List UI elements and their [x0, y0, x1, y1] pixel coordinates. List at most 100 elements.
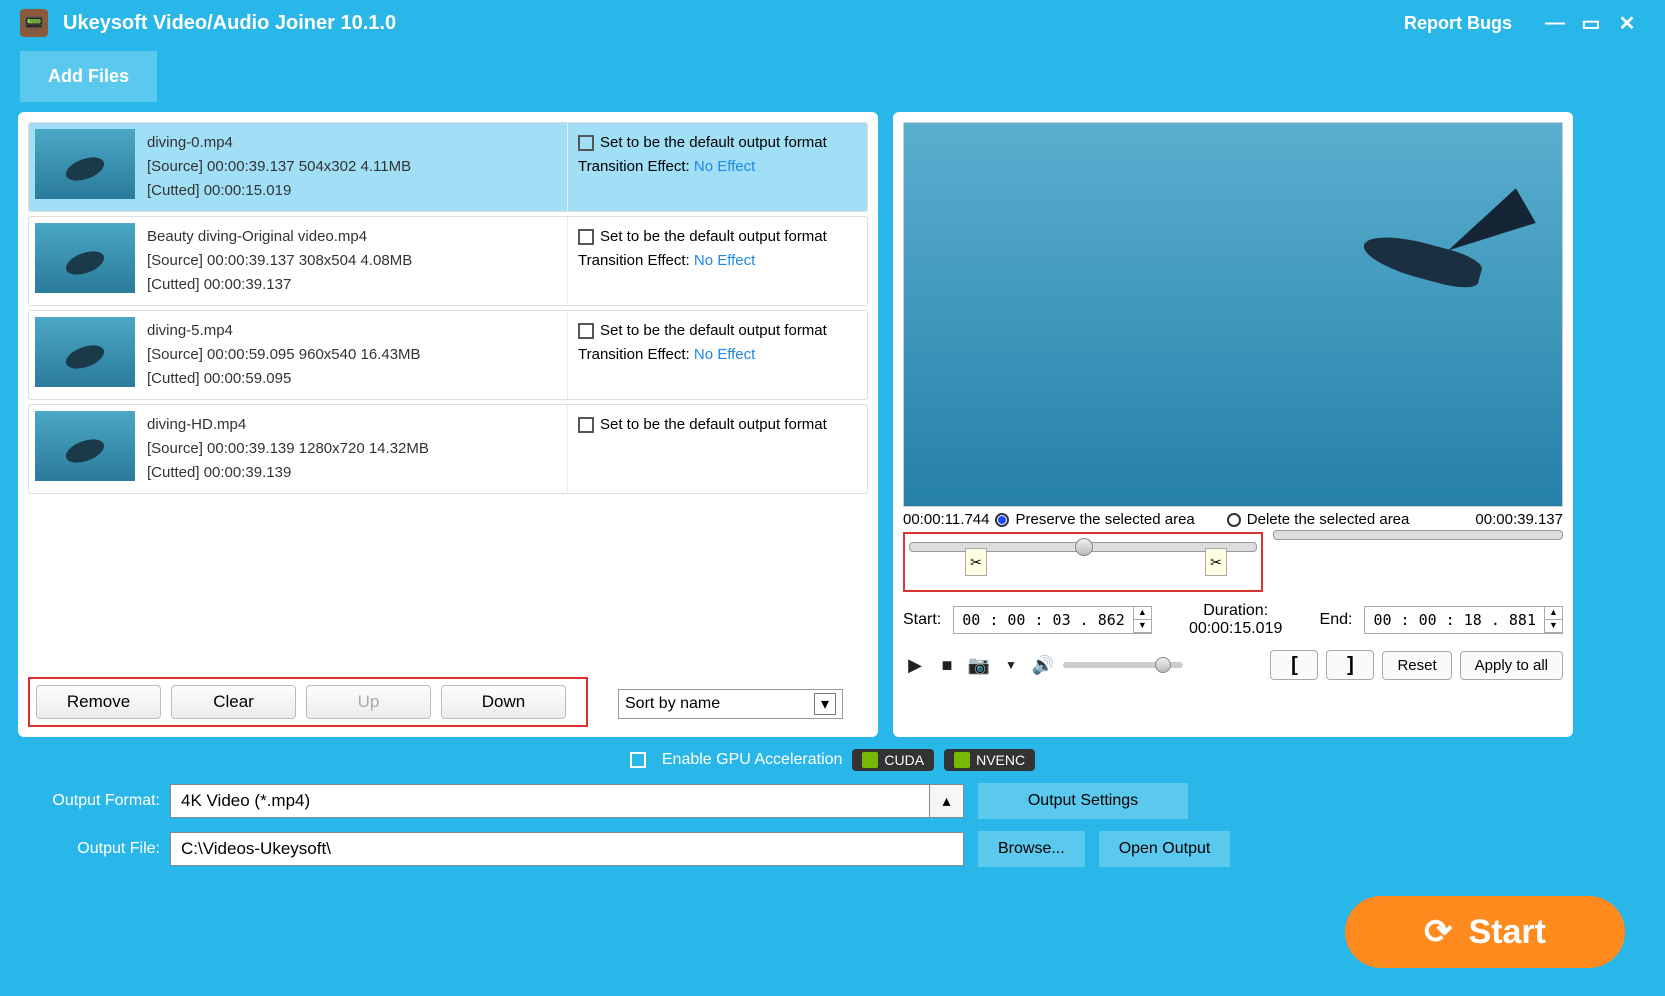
report-bugs-link[interactable]: Report Bugs	[1404, 13, 1512, 34]
remove-button[interactable]: Remove	[36, 685, 161, 719]
down-arrow-icon[interactable]: ▼	[1545, 620, 1562, 633]
start-time-input[interactable]: 00 : 00 : 03 . 862 ▲▼	[953, 606, 1152, 634]
video-preview[interactable]	[903, 122, 1563, 507]
video-thumbnail	[35, 317, 135, 387]
trim-slider-highlight: ✂ ✂	[903, 532, 1263, 592]
default-format-checkbox[interactable]	[578, 135, 594, 151]
file-options: Set to be the default output format Tran…	[567, 123, 867, 211]
video-thumbnail	[35, 223, 135, 293]
file-name: diving-5.mp4	[147, 319, 561, 343]
refresh-icon: ⟳	[1424, 912, 1453, 952]
file-info: Beauty diving-Original video.mp4 [Source…	[141, 217, 567, 305]
start-label: Start:	[903, 611, 941, 629]
video-thumbnail	[35, 129, 135, 199]
file-info: diving-0.mp4 [Source] 00:00:39.137 504x3…	[141, 123, 567, 211]
te-label: Transition Effect:	[578, 158, 690, 175]
default-format-checkbox[interactable]	[578, 323, 594, 339]
volume-icon[interactable]: 🔊	[1031, 653, 1055, 677]
output-settings-button[interactable]: Output Settings	[978, 783, 1188, 819]
end-value: 00 : 00 : 18 . 881	[1365, 611, 1544, 629]
add-files-button[interactable]: Add Files	[20, 51, 157, 102]
trim-end-handle[interactable]: ✂	[1205, 548, 1227, 576]
maximize-button[interactable]: ▭	[1573, 8, 1609, 38]
open-output-button[interactable]: Open Output	[1099, 831, 1231, 867]
down-button[interactable]: Down	[441, 685, 566, 719]
default-label: Set to be the default output format	[600, 134, 827, 151]
mark-out-button[interactable]: ]	[1326, 650, 1374, 680]
transition-effect-link[interactable]: No Effect	[694, 346, 755, 363]
nvidia-icon	[954, 752, 970, 768]
browse-button[interactable]: Browse...	[978, 831, 1085, 867]
file-source: [Source] 00:00:39.137 308x504 4.08MB	[147, 249, 561, 273]
file-item[interactable]: diving-0.mp4 [Source] 00:00:39.137 504x3…	[28, 122, 868, 212]
gpu-checkbox[interactable]	[630, 752, 646, 768]
sort-combo[interactable]: Sort by name ▾	[618, 689, 843, 719]
preserve-label: Preserve the selected area	[1015, 511, 1194, 528]
stop-button[interactable]: ■	[935, 653, 959, 677]
file-cut: [Cutted] 00:00:15.019	[147, 179, 561, 203]
toolbar: Add Files	[0, 46, 1665, 112]
file-list: diving-0.mp4 [Source] 00:00:39.137 504x3…	[28, 122, 868, 665]
clear-button[interactable]: Clear	[171, 685, 296, 719]
list-actions-highlight: Remove Clear Up Down	[28, 677, 588, 727]
transition-effect-link[interactable]: No Effect	[694, 158, 755, 175]
apply-all-button[interactable]: Apply to all	[1460, 651, 1563, 680]
te-label: Transition Effect:	[578, 252, 690, 269]
transition-effect-link[interactable]: No Effect	[694, 252, 755, 269]
output-format-combo[interactable]: 4K Video (*.mp4)	[170, 784, 930, 818]
preserve-radio[interactable]	[995, 513, 1009, 527]
play-button[interactable]: ▶	[903, 653, 927, 677]
duration-label: Duration:	[1203, 602, 1268, 619]
down-arrow-icon[interactable]: ▼	[1134, 620, 1151, 633]
close-button[interactable]: ✕	[1609, 8, 1645, 38]
trim-start-handle[interactable]: ✂	[965, 548, 987, 576]
playhead-handle[interactable]	[1075, 538, 1093, 556]
file-options: Set to be the default output format	[567, 405, 867, 493]
up-arrow-icon[interactable]: ▲	[1545, 607, 1562, 620]
video-thumbnail	[35, 411, 135, 481]
up-button[interactable]: Up	[306, 685, 431, 719]
file-info: diving-5.mp4 [Source] 00:00:59.095 960x5…	[141, 311, 567, 399]
default-format-checkbox[interactable]	[578, 417, 594, 433]
output-file-label: Output File:	[20, 840, 160, 858]
minimize-button[interactable]: —	[1537, 8, 1573, 38]
start-value: 00 : 00 : 03 . 862	[954, 611, 1133, 629]
current-time: 00:00:11.744	[903, 511, 989, 528]
timeline-track[interactable]	[1273, 530, 1563, 540]
te-label: Transition Effect:	[578, 346, 690, 363]
sort-value: Sort by name	[625, 695, 720, 713]
file-name: Beauty diving-Original video.mp4	[147, 225, 561, 249]
output-file-input[interactable]: C:\Videos-Ukeysoft\	[170, 832, 964, 866]
app-logo: 📟	[20, 9, 48, 37]
start-button[interactable]: ⟳ Start	[1345, 896, 1625, 968]
up-arrow-icon[interactable]: ▲	[1134, 607, 1151, 620]
chevron-down-icon: ▾	[814, 693, 836, 715]
default-format-checkbox[interactable]	[578, 229, 594, 245]
end-time-input[interactable]: 00 : 00 : 18 . 881 ▲▼	[1364, 606, 1563, 634]
output-format-label: Output Format:	[20, 792, 160, 810]
delete-radio[interactable]	[1227, 513, 1241, 527]
snapshot-button[interactable]: 📷	[967, 653, 991, 677]
chevron-up-icon[interactable]: ▴	[930, 784, 964, 818]
start-label: Start	[1469, 913, 1546, 952]
file-name: diving-0.mp4	[147, 131, 561, 155]
nvenc-badge: NVENC	[944, 749, 1035, 771]
file-info: diving-HD.mp4 [Source] 00:00:39.139 1280…	[141, 405, 567, 493]
default-label: Set to be the default output format	[600, 228, 827, 245]
file-source: [Source] 00:00:59.095 960x540 16.43MB	[147, 343, 561, 367]
volume-slider[interactable]	[1063, 662, 1183, 668]
file-options: Set to be the default output format Tran…	[567, 217, 867, 305]
volume-handle[interactable]	[1155, 657, 1171, 673]
file-item[interactable]: diving-HD.mp4 [Source] 00:00:39.139 1280…	[28, 404, 868, 494]
reset-button[interactable]: Reset	[1382, 651, 1451, 680]
file-item[interactable]: diving-5.mp4 [Source] 00:00:59.095 960x5…	[28, 310, 868, 400]
snapshot-dropdown-icon[interactable]: ▼	[999, 653, 1023, 677]
file-cut: [Cutted] 00:00:59.095	[147, 367, 561, 391]
mark-in-button[interactable]: [	[1270, 650, 1318, 680]
total-time: 00:00:39.137	[1475, 511, 1563, 528]
file-source: [Source] 00:00:39.139 1280x720 14.32MB	[147, 437, 561, 461]
file-item[interactable]: Beauty diving-Original video.mp4 [Source…	[28, 216, 868, 306]
gpu-label: Enable GPU Acceleration	[662, 751, 843, 769]
file-source: [Source] 00:00:39.137 504x302 4.11MB	[147, 155, 561, 179]
nvidia-icon	[862, 752, 878, 768]
